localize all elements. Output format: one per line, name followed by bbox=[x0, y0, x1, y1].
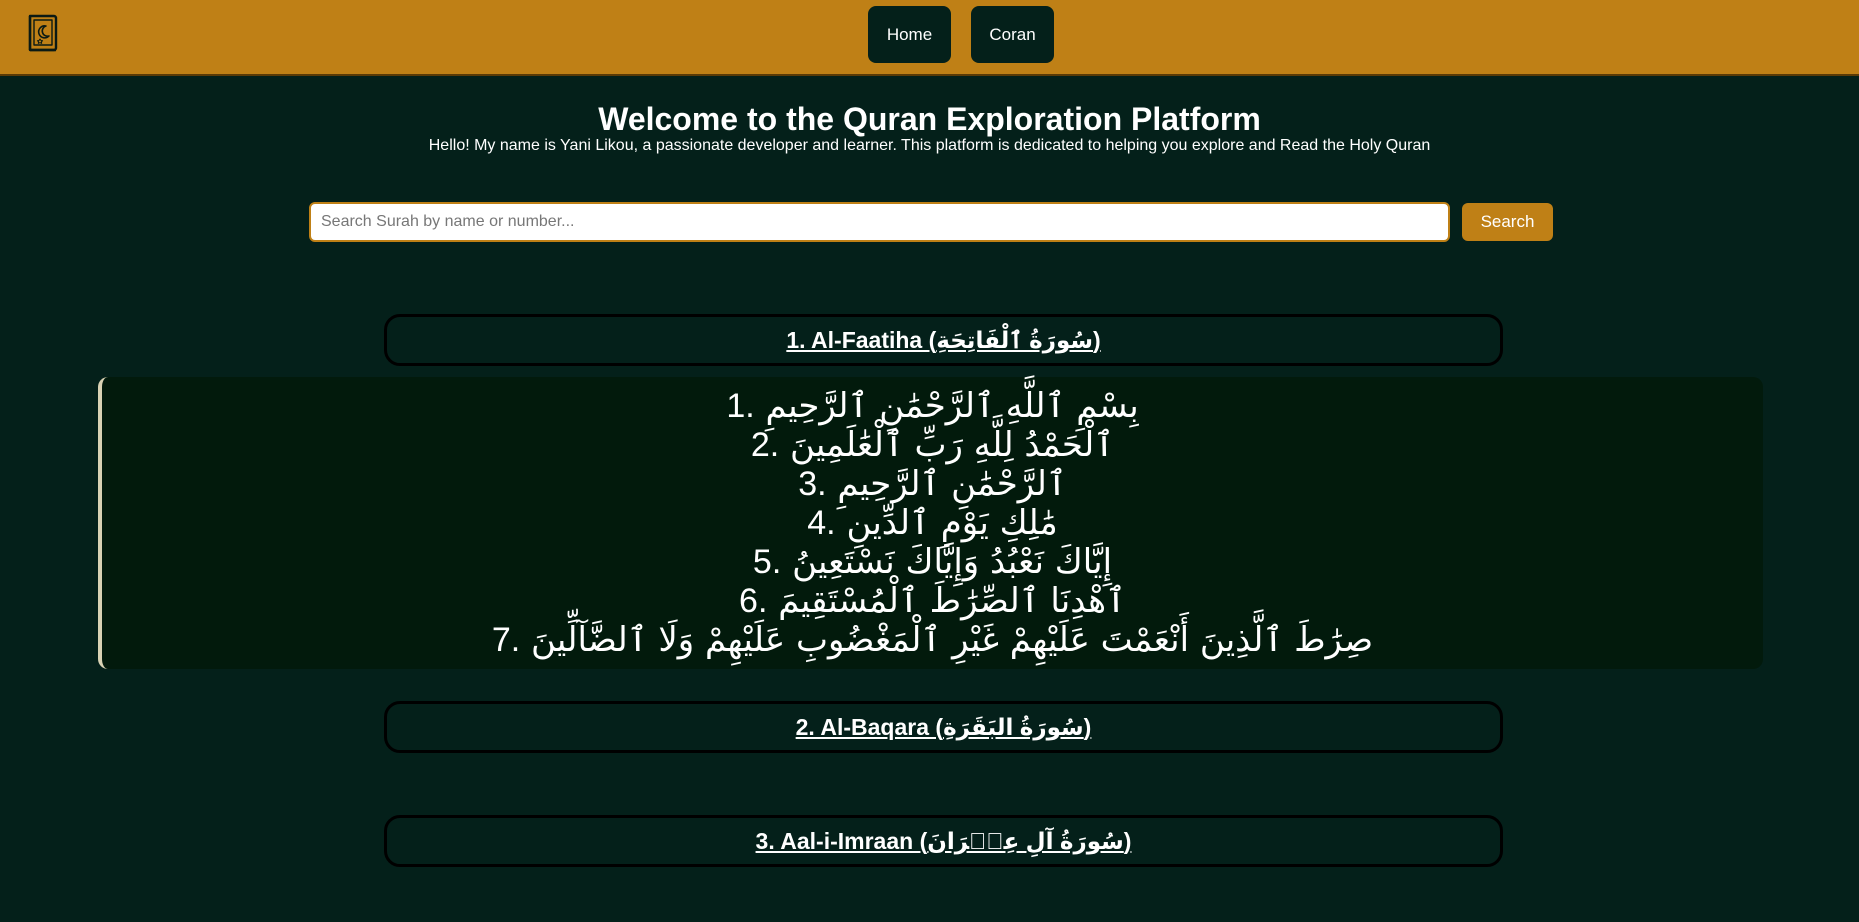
search-input[interactable] bbox=[309, 202, 1450, 242]
ayah-line: 3. ٱلرَّحْمَٰنِ ٱلرَّحِيمِ bbox=[798, 463, 1067, 504]
page-subtitle: Hello! My name is Yani Likou, a passiona… bbox=[428, 137, 1431, 154]
nav-coran-button[interactable]: Coran bbox=[971, 6, 1054, 63]
navbar: Home Coran bbox=[0, 0, 1859, 76]
ayah-line: 6. ٱهْدِنَا ٱلصِّرَٰطَ ٱلْمُسْتَقِيمَ bbox=[739, 580, 1126, 621]
ayah-line: 5. إِيَّاكَ نَعْبُدُ وَإِيَّاكَ نَسْتَعِ… bbox=[752, 541, 1113, 582]
ayah-panel: 1. بِسْمِ ٱللَّهِ ٱلرَّحْمَٰنِ ٱلرَّحِيم… bbox=[98, 377, 1763, 669]
surah-header-aal-i-imraan[interactable]: 3. Aal-i-Imraan (سُورَةُ آلِ عِمۡرَانَ) bbox=[384, 815, 1503, 867]
ayah-line: 1. بِسْمِ ٱللَّهِ ٱلرَّحْمَٰنِ ٱلرَّحِيم… bbox=[726, 385, 1139, 426]
surah-header-al-faatiha[interactable]: 1. Al-Faatiha (سُورَةُ ٱلْفَاتِحَةِ) bbox=[384, 314, 1503, 366]
surah-header-al-baqara[interactable]: 2. Al-Baqara (سُورَةُ البَقَرَةِ) bbox=[384, 701, 1503, 753]
page-title: Welcome to the Quran Exploration Platfor… bbox=[598, 101, 1261, 137]
quran-book-icon[interactable] bbox=[26, 13, 60, 53]
ayah-line: 4. مَٰلِكِ يَوْمِ ٱلدِّينِ bbox=[807, 502, 1058, 543]
search-button[interactable]: Search bbox=[1462, 203, 1553, 241]
ayah-line: 2. ٱلْحَمْدُ لِلَّهِ رَبِّ ٱلْعَٰلَمِينَ bbox=[750, 424, 1115, 465]
nav-home-button[interactable]: Home bbox=[868, 6, 951, 63]
ayah-line: 7. صِرَٰطَ ٱلَّذِينَ أَنْعَمْتَ عَلَيْهِ… bbox=[491, 619, 1374, 660]
